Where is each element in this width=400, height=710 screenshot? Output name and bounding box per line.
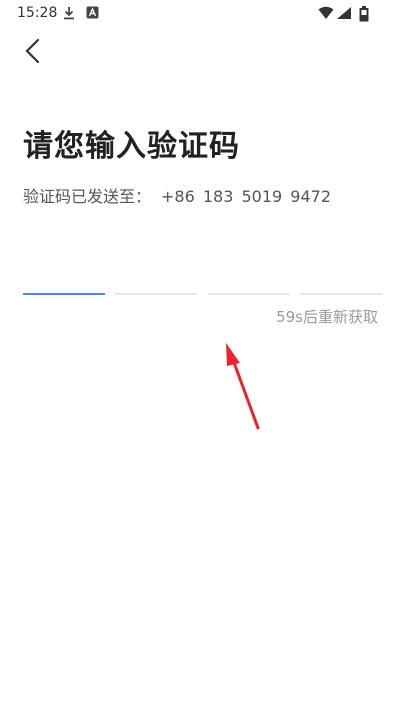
code-digit-3[interactable] [208, 255, 290, 295]
code-digit-4[interactable] [300, 255, 382, 295]
code-digit-2[interactable] [115, 255, 197, 295]
annotation-arrow-icon [226, 343, 260, 430]
sent-to-label: 验证码已发送至： [23, 187, 152, 206]
verification-subtitle: 验证码已发送至： +86 183 5019 9472 [23, 183, 331, 207]
status-time: 15:28 [17, 5, 58, 21]
download-icon [64, 7, 74, 20]
app-notification-icon [86, 6, 99, 19]
signal-icon [337, 7, 351, 19]
back-button[interactable] [18, 36, 48, 66]
code-digit-1[interactable] [23, 255, 105, 295]
battery-icon [359, 6, 369, 22]
phone-number: +86 183 5019 9472 [161, 187, 332, 206]
wifi-icon [318, 6, 334, 19]
code-input-group [23, 255, 382, 295]
status-bar: 15:28 [0, 0, 400, 28]
resend-countdown: 59s后重新获取 [276, 308, 378, 326]
page-title: 请您输入验证码 [23, 129, 240, 164]
chevron-left-icon [25, 38, 40, 64]
